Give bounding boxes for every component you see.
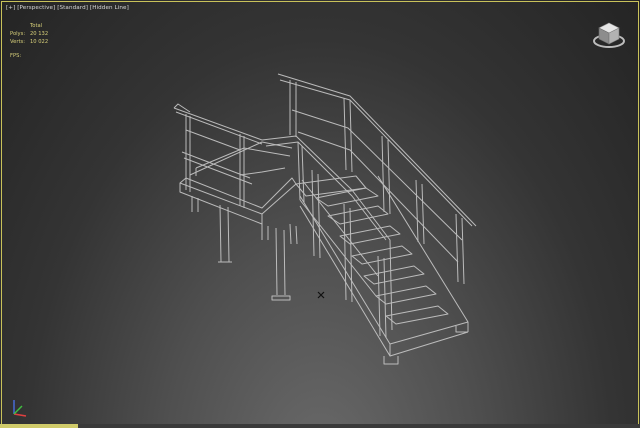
polys-value: 20 132 [30,31,49,37]
timeline-slider[interactable] [0,424,78,428]
viewport-label: [+] [Perspective] [Standard] [Hidden Lin… [6,5,129,11]
stair-platform-wireframe [173,73,477,365]
view-type-button[interactable]: [Perspective] [17,5,55,11]
viewport-menu-button[interactable]: [+] [6,5,15,11]
viewcube-icon[interactable] [591,19,627,51]
pivot-cross-icon [317,291,325,299]
verts-label: Verts: [10,39,25,45]
perspective-viewport[interactable]: [+] [Perspective] [Standard] [Hidden Lin… [0,0,640,428]
axis-tripod-icon [13,400,27,417]
display-mode-button[interactable]: [Hidden Line] [90,5,129,11]
stats-header: Total [30,23,43,29]
statistics-overlay: Total Polys: 20 132 Verts: 10 022 [10,22,70,46]
timeline-strip[interactable] [0,424,640,428]
verts-value: 10 022 [30,39,49,45]
polys-label: Polys: [10,31,26,37]
fps-label: FPS: [10,53,22,59]
shading-style-button[interactable]: [Standard] [57,5,88,11]
